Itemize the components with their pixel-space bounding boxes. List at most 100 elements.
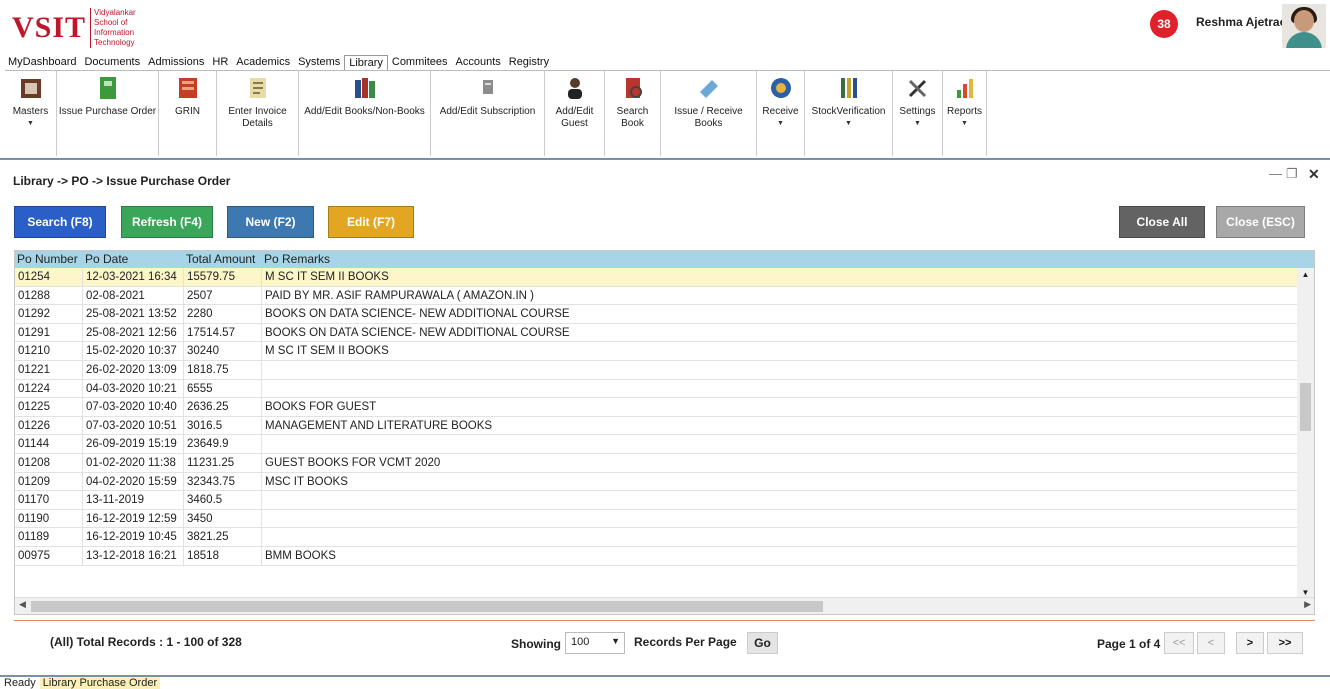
purchase-order-table: Po Number Po Date Total Amount Po Remark… [14,250,1315,615]
stock-verification-icon [836,76,862,100]
cell-po-number: 01190 [15,509,83,528]
ribbon-add-edit-guest[interactable]: Add/Edit Guest [545,71,605,156]
notification-badge[interactable]: 38 [1150,10,1178,38]
menu-registry[interactable]: Registry [505,55,553,70]
cell-po-remarks: BOOKS ON DATA SCIENCE- NEW ADDITIONAL CO… [265,308,570,321]
table-row[interactable]: 01144 26-09-2019 15:19 23649.9 [15,435,1298,454]
prev-page-button[interactable]: < [1197,632,1225,654]
ribbon-add-edit-subscription[interactable]: Add/Edit Subscription [431,71,545,156]
purchase-order-icon [95,76,121,100]
menu-admissions[interactable]: Admissions [144,55,208,70]
close-icon[interactable]: ✕ [1308,166,1320,183]
ribbon-enter-invoice[interactable]: Enter Invoice Details [217,71,299,156]
ribbon-settings[interactable]: Settings ▼ [893,71,943,156]
cell-po-remarks: BMM BOOKS [265,549,336,562]
cell-total-amount: 2636.25 [184,398,262,416]
menu-accounts[interactable]: Accounts [452,55,505,70]
close-esc-button[interactable]: Close (ESC) [1216,206,1305,238]
menu-commitees[interactable]: Commitees [388,55,452,70]
ribbon-add-edit-books[interactable]: Add/Edit Books/Non-Books [299,71,431,156]
table-row[interactable]: 01210 15-02-2020 10:37 30240 M SC IT SEM II… [15,342,1298,361]
menu-hr[interactable]: HR [208,55,232,70]
ribbon-label: Settings [899,106,936,117]
ribbon-issue-purchase-order[interactable]: Issue Purchase Order [57,71,159,156]
cell-po-date: 04-02-2020 15:59 [83,472,184,491]
col-po-date[interactable]: Po Date [83,251,184,268]
table-row[interactable]: 01291 25-08-2021 12:56 17514.57 BOOKS ON DA… [15,323,1298,343]
cell-po-remarks: M SC IT SEM II BOOKS [265,345,389,358]
table-row[interactable]: 01226 07-03-2020 10:51 3016.5 MANAGEMENT AN… [15,416,1298,436]
vertical-scrollbar[interactable]: ▲ ▼ [1297,268,1314,599]
scroll-thumb[interactable] [31,601,823,612]
col-po-number[interactable]: Po Number [15,251,83,268]
cell-po-date: 13-11-2019 [83,491,184,509]
menu-library[interactable]: Library [344,55,388,70]
table-row[interactable]: 00975 13-12-2018 16:21 18518 BMM BOOKS [15,546,1298,566]
table-row[interactable]: 01292 25-08-2021 13:52 2280 BOOKS ON DATA S… [15,305,1298,324]
cell-po-remarks [262,380,1298,398]
vsit-logo[interactable]: VSIT Vidyalankar School of Information T… [12,8,160,48]
table-row[interactable]: 01288 02-08-2021 2507 PAID BY MR. ASIF RAMP… [15,286,1298,306]
cell-po-number: 01170 [15,491,83,509]
table-row[interactable]: 01254 12-03-2021 16:34 15579.75 M SC IT SEM… [15,268,1298,287]
records-per-page-select[interactable]: 100 ▼ [565,632,625,654]
scroll-down-icon[interactable]: ▼ [1297,588,1314,597]
go-button[interactable]: Go [747,632,778,654]
cell-po-remarks: MANAGEMENT AND LITERATURE BOOKS [265,419,493,432]
ribbon-stock-verification[interactable]: StockVerification ▼ [805,71,893,156]
col-total-amount[interactable]: Total Amount [184,251,262,268]
first-page-button[interactable]: << [1164,632,1194,654]
scroll-right-icon[interactable]: ▶ [1304,599,1311,610]
cell-total-amount: 3016.5 [184,416,262,435]
chevron-down-icon: ▼ [845,120,852,127]
cell-total-amount: 23649.9 [184,435,262,453]
cell-total-amount: 11231.25 [184,453,262,472]
cell-po-remarks [262,491,1298,509]
issue-receive-icon [696,76,722,100]
scroll-left-icon[interactable]: ◀ [19,599,26,610]
new-button[interactable]: New (F2) [227,206,314,238]
user-name[interactable]: Reshma Ajetrao [1196,15,1287,29]
avatar[interactable] [1282,4,1326,48]
close-all-button[interactable]: Close All [1119,206,1205,238]
restore-icon[interactable]: ❐ [1286,166,1298,182]
menu-documents[interactable]: Documents [80,55,144,70]
cell-total-amount: 3821.25 [184,528,262,546]
minimize-icon[interactable]: — [1269,166,1282,181]
cell-total-amount: 3450 [184,509,262,528]
refresh-button[interactable]: Refresh (F4) [121,206,213,238]
scroll-thumb[interactable] [1300,383,1311,431]
table-row[interactable]: 01190 16-12-2019 12:59 3450 [15,509,1298,529]
ribbon-label: Enter Invoice Details [228,106,287,129]
cell-po-date: 13-12-2018 16:21 [83,546,184,565]
last-page-button[interactable]: >> [1267,632,1303,654]
next-page-button[interactable]: > [1236,632,1264,654]
ribbon-search-book[interactable]: Search Book [605,71,661,156]
ribbon-label: Masters [12,106,49,117]
ribbon-receive[interactable]: Receive ▼ [757,71,805,156]
table-row[interactable]: 01224 04-03-2020 10:21 6555 [15,379,1298,399]
ribbon-reports[interactable]: Reports ▼ [943,71,987,156]
menu-systems[interactable]: Systems [294,55,344,70]
menu-mydashboard[interactable]: MyDashboard [4,55,80,70]
per-page-value: 100 [571,636,590,648]
col-po-remarks[interactable]: Po Remarks [262,251,1314,268]
ribbon-issue-receive-books[interactable]: Issue / Receive Books [661,71,757,156]
table-row[interactable]: 01208 01-02-2020 11:38 11231.25 GUEST BOOKS… [15,453,1298,473]
table-row[interactable]: 01170 13-11-2019 3460.5 [15,491,1298,510]
edit-button[interactable]: Edit (F7) [328,206,414,238]
search-button[interactable]: Search (F8) [14,206,106,238]
ribbon-masters[interactable]: Masters ▼ [5,71,57,156]
cell-po-number: 01254 [15,268,83,286]
table-row[interactable]: 01209 04-02-2020 15:59 32343.75 MSC IT BOOK… [15,472,1298,492]
ribbon-grin[interactable]: GRIN [159,71,217,156]
table-row[interactable]: 01221 26-02-2020 13:09 1818.75 [15,360,1298,380]
table-row[interactable]: 01225 07-03-2020 10:40 2636.25 BOOKS FOR GU… [15,398,1298,417]
table-row[interactable]: 01189 16-12-2019 10:45 3821.25 [15,528,1298,547]
menu-academics[interactable]: Academics [232,55,294,70]
cell-po-date: 16-12-2019 12:59 [83,509,184,528]
scroll-up-icon[interactable]: ▲ [1297,270,1314,279]
horizontal-scrollbar[interactable]: ◀ ▶ [15,597,1314,614]
cell-total-amount: 1818.75 [184,360,262,379]
total-records: (All) Total Records : 1 - 100 of 328 [50,635,242,649]
